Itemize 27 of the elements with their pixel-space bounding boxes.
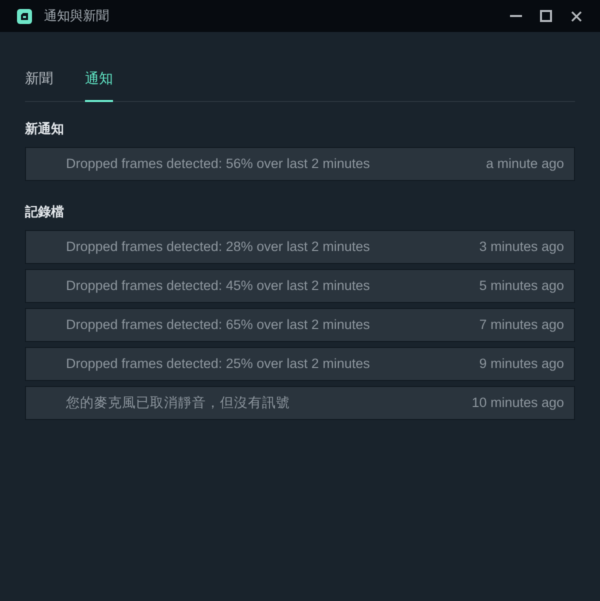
notification-message: Dropped frames detected: 25% over last 2 minutes xyxy=(66,354,370,373)
close-icon xyxy=(570,10,582,22)
notification-row[interactable]: Dropped frames detected: 65% over last 2 minutes 7 minutes ago xyxy=(25,308,575,342)
window-title: 通知與新聞 xyxy=(44,7,109,26)
tab[interactable]: 新聞 xyxy=(25,68,53,102)
section-heading: 新通知 xyxy=(25,120,64,138)
notification-message: Dropped frames detected: 28% over last 2 minutes xyxy=(66,238,370,256)
notification-time: 9 minutes ago xyxy=(479,354,564,373)
notification-row[interactable]: Dropped frames detected: 28% over last 2 minutes 3 minutes ago xyxy=(25,230,575,264)
notification-message: Dropped frames detected: 65% over last 2 minutes xyxy=(66,316,370,334)
notification-row[interactable]: 您的麥克風已取消靜音，但沒有訊號 10 minutes ago xyxy=(25,386,575,420)
notification-message: 您的麥克風已取消靜音，但沒有訊號 xyxy=(66,394,290,412)
notification-row[interactable]: Dropped frames detected: 56% over last 2 minutes a minute ago xyxy=(25,147,575,181)
notification-row[interactable]: Dropped frames detected: 25% over last 2 minutes 9 minutes ago xyxy=(25,347,575,381)
notification-time: 7 minutes ago xyxy=(479,316,564,334)
minimize-icon xyxy=(510,15,522,17)
app-icon xyxy=(17,8,32,24)
notification-time: 10 minutes ago xyxy=(472,394,564,412)
tab[interactable]: 通知 xyxy=(85,68,113,102)
notification-message: Dropped frames detected: 56% over last 2 minutes xyxy=(66,154,370,173)
notification-message: Dropped frames detected: 45% over last 2 minutes xyxy=(66,276,370,295)
maximize-icon xyxy=(540,10,552,22)
notification-time: 3 minutes ago xyxy=(479,238,564,256)
notification-time: 5 minutes ago xyxy=(479,276,564,295)
notification-time: a minute ago xyxy=(486,154,564,173)
notification-row[interactable]: Dropped frames detected: 45% over last 2 minutes 5 minutes ago xyxy=(25,269,575,303)
section-heading: 記錄檔 xyxy=(25,203,64,221)
